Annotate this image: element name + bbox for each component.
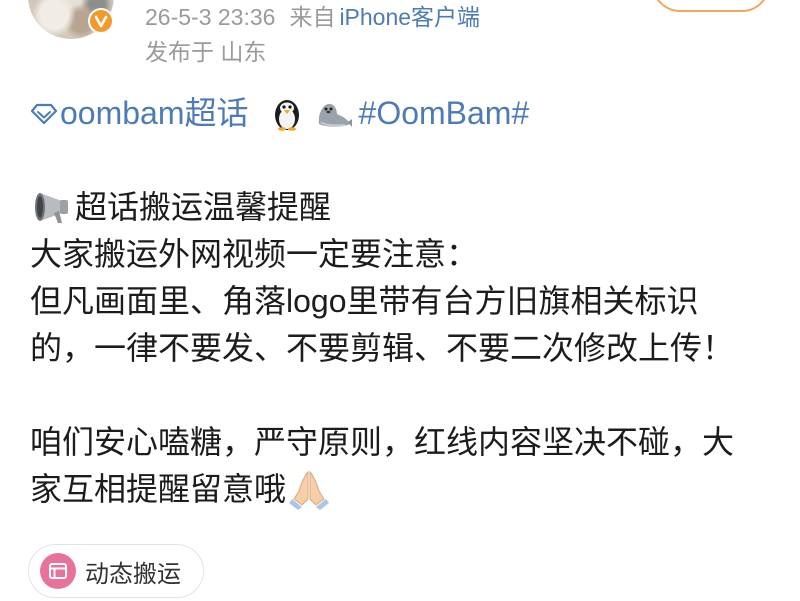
diamond-icon [30, 103, 58, 125]
notice-line: 大家搬运外网视频一定要注意： [30, 236, 479, 272]
supertopic-label: oombam超话 [60, 95, 249, 131]
follow-button[interactable] [652, 0, 770, 12]
closing-line-text: 家互相提醒留意哦 [30, 471, 287, 507]
post-meta: 26-5-3 23:36 来自 iPhone客户端 [145, 3, 480, 31]
verified-v-icon [88, 8, 114, 34]
praying-hands-emoji-icon [286, 469, 332, 511]
closing-line: 咱们安心嗑糖，严守原则，红线内容坚决不碰，大 [30, 424, 735, 460]
penguin-emoji-icon [271, 97, 303, 131]
tag-chip[interactable]: 动态搬运 [28, 544, 204, 598]
topic-line: oombam超话 #OomBam# [30, 90, 790, 137]
tag-chip-label: 动态搬运 [85, 560, 181, 588]
source-prefix: 来自 [289, 4, 336, 30]
post-location: 发布于 山东 [145, 39, 267, 65]
post-timestamp[interactable]: 26-5-3 23:36 [145, 3, 275, 31]
supertopic-link[interactable]: oombam超话 [30, 90, 249, 137]
closing-line-last: 家互相提醒留意哦 [30, 466, 790, 513]
source-client-link[interactable]: iPhone客户端 [339, 3, 480, 31]
card-layout-icon [40, 553, 76, 589]
hashtag-link[interactable]: #OomBam# [359, 90, 530, 137]
notice-line: 但凡画面里、角落logo里带有台方旧旗相关标识 [30, 283, 699, 319]
notice-title-line: 超话搬运温馨提醒 [30, 184, 790, 231]
notice-title: 超话搬运温馨提醒 [75, 189, 332, 225]
post-content: oombam超话 #OomBam# 超话搬运温馨提醒 大家搬运外网视频一定要注意… [30, 90, 790, 513]
megaphone-emoji-icon [32, 189, 72, 227]
seal-emoji-icon [315, 98, 353, 130]
notice-line: 的，一律不要发、不要剪辑、不要二次修改上传！ [30, 330, 735, 366]
